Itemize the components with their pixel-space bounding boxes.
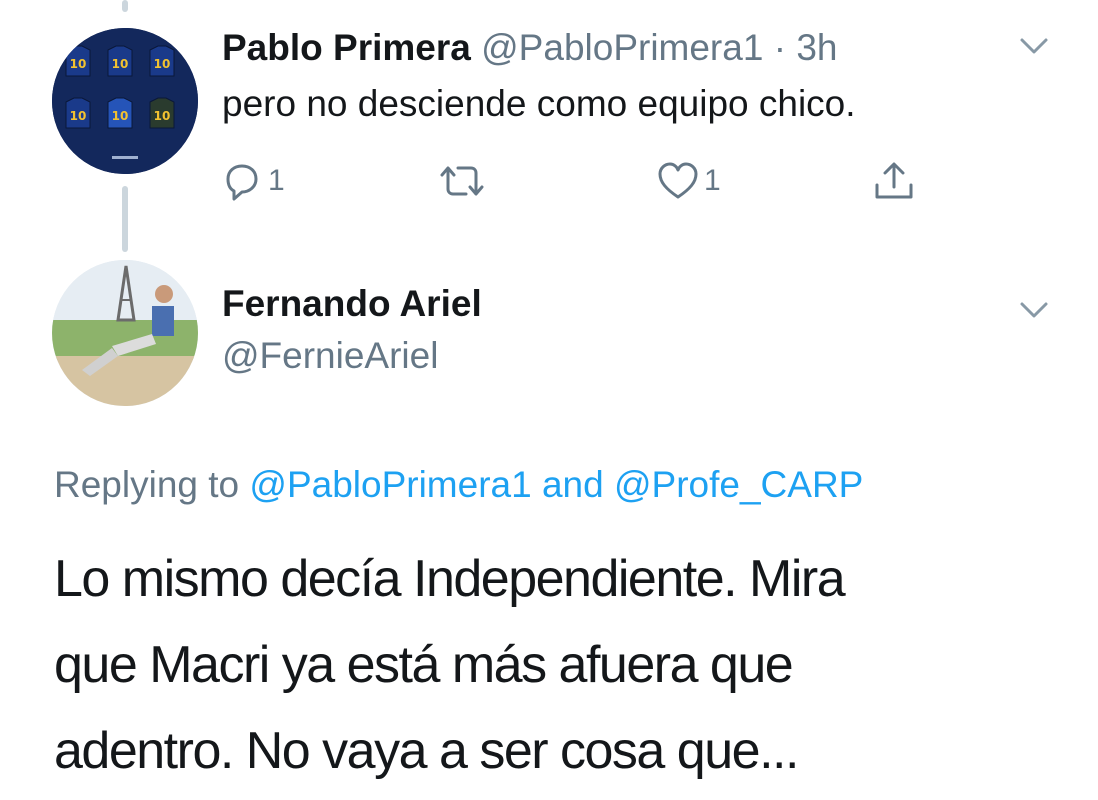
reply-count: 1 — [268, 164, 285, 197]
svg-text:10: 10 — [154, 109, 171, 123]
tweet2-text-line: adentro. No vaya a ser cosa que... — [54, 722, 799, 780]
tweet2-text-line: que Macri ya está más afuera que — [54, 636, 794, 694]
mention-profe-carp[interactable]: @Profe_CARP — [614, 464, 863, 505]
tweet1-header: Pablo Primera @PabloPrimera1 · 3h — [222, 26, 837, 70]
display-name-pablo[interactable]: Pablo Primera — [222, 27, 471, 68]
like-count: 1 — [704, 164, 721, 197]
replying-and[interactable]: and — [542, 464, 604, 505]
svg-text:10: 10 — [154, 57, 171, 71]
retweet-icon — [440, 166, 484, 196]
thread-line-top — [122, 0, 128, 12]
tweet-time[interactable]: 3h — [796, 27, 837, 68]
replying-to-line: Replying to @PabloPrimera1 and @Profe_CA… — [54, 462, 863, 508]
handle-pablo[interactable]: @PabloPrimera1 — [481, 27, 763, 68]
handle-fernando[interactable]: @FernieAriel — [222, 334, 438, 378]
reply-button[interactable]: 1 — [220, 158, 285, 204]
tweet1-text: pero no desciende como equipo chico. — [222, 83, 856, 124]
like-icon — [658, 162, 698, 199]
like-button[interactable]: 1 — [656, 158, 721, 204]
avatar-jerseys-image: 10 10 10 10 10 10 — [52, 28, 198, 174]
display-name-fernando[interactable]: Fernando Ariel — [222, 282, 482, 326]
thread-line-connector — [122, 186, 128, 252]
replying-prefix: Replying to — [54, 464, 240, 505]
separator-dot: · — [773, 27, 787, 68]
reply-icon — [226, 164, 258, 201]
mention-pabloprimera1[interactable]: @PabloPrimera1 — [249, 464, 531, 505]
tweet2-text-line: Lo mismo decía Independiente. Mira — [54, 550, 846, 608]
svg-text:10: 10 — [112, 109, 129, 123]
svg-text:10: 10 — [112, 57, 129, 71]
chevron-down-icon[interactable] — [1016, 292, 1052, 328]
share-button[interactable] — [872, 158, 916, 204]
tweet2-text: Lo mismo decía Independiente. Mira que M… — [54, 536, 1064, 794]
svg-text:10: 10 — [70, 57, 87, 71]
avatar-fernando[interactable] — [52, 260, 198, 406]
chevron-down-icon[interactable] — [1016, 28, 1052, 64]
svg-text:10: 10 — [70, 109, 87, 123]
share-icon — [875, 162, 913, 199]
avatar-photo-image — [52, 260, 198, 406]
avatar-pablo[interactable]: 10 10 10 10 10 10 — [52, 28, 198, 174]
retweet-button[interactable] — [436, 158, 488, 204]
